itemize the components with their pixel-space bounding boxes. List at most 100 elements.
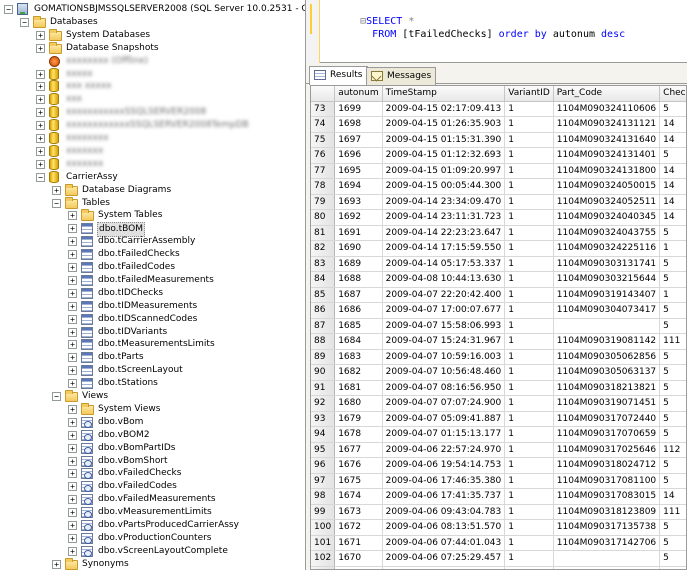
table-cell[interactable]: 1683: [334, 349, 383, 365]
table-cell[interactable]: 1: [504, 488, 554, 505]
expand-icon[interactable]: +: [68, 430, 77, 440]
view-node[interactable]: + dbo.vScreenLayoutComplete: [0, 545, 305, 558]
database-snapshots-folder[interactable]: + Database Snapshots: [0, 41, 305, 55]
table-cell[interactable]: 2009-04-06 09:43:04.783: [382, 504, 506, 520]
table-cell[interactable]: 2009-04-15 01:15:31.390: [382, 132, 506, 148]
expand-icon[interactable]: +: [68, 366, 77, 376]
table-cell[interactable]: 1: [504, 349, 554, 365]
expand-icon[interactable]: +: [68, 533, 77, 543]
table-cell[interactable]: 1: [504, 163, 554, 179]
table-cell[interactable]: 1104M090324052511: [553, 194, 661, 210]
database-node[interactable]: + xxxxxxx: [0, 157, 305, 171]
row-number[interactable]: 90: [311, 364, 336, 381]
table-cell[interactable]: 1: [504, 302, 554, 319]
table-cell[interactable]: 5: [659, 101, 686, 117]
table-cell[interactable]: 1687: [334, 287, 383, 303]
table-row[interactable]: 101 1671 2009-04-06 07:44:01.043 1 1104M0903…: [311, 535, 686, 551]
expand-icon[interactable]: +: [36, 43, 45, 53]
row-number[interactable]: 92: [311, 395, 336, 412]
table-cell[interactable]: 5: [659, 519, 686, 536]
table-cell[interactable]: 2009-04-14 05:17:53.337: [382, 256, 506, 272]
table-row[interactable]: 10316692009-04-03 15:44:34.64011104M0903…: [311, 566, 686, 569]
table-cell[interactable]: 1104M090319081142: [553, 333, 661, 350]
expand-icon[interactable]: +: [36, 69, 45, 79]
table-cell[interactable]: 111: [659, 333, 686, 350]
table-row[interactable]: 82 1690 2009-04-14 17:15:59.550 1 1104M09032…: [311, 240, 686, 257]
table-cell[interactable]: 2009-04-06 07:44:01.043: [382, 535, 506, 551]
table-cell[interactable]: 1104M090303215644: [553, 271, 661, 288]
table-cell[interactable]: 2009-04-06 19:54:14.753: [382, 457, 506, 474]
table-cell[interactable]: 1: [504, 256, 554, 272]
table-cell[interactable]: 1104M090324131800: [553, 163, 661, 179]
table-cell[interactable]: 1: [504, 473, 554, 489]
table-cell[interactable]: 1691: [334, 225, 383, 241]
table-cell[interactable]: 2009-04-15 01:26:35.903: [382, 116, 506, 133]
collapse-icon[interactable]: −: [4, 5, 13, 14]
table-cell[interactable]: 5: [659, 225, 686, 241]
table-node[interactable]: + dbo.tIDMeasurements: [0, 300, 305, 313]
table-node[interactable]: + dbo.tFailedMeasurements: [0, 274, 305, 287]
row-number[interactable]: 87: [311, 318, 336, 334]
expand-icon[interactable]: +: [36, 95, 45, 105]
expand-icon[interactable]: +: [68, 521, 77, 530]
table-cell[interactable]: 1688: [334, 271, 383, 288]
table-row[interactable]: 77 1695 2009-04-15 01:09:20.997 1 1104M09032…: [311, 163, 686, 179]
row-number[interactable]: 74: [311, 116, 336, 133]
expand-icon[interactable]: +: [68, 250, 77, 260]
table-cell[interactable]: 1696: [334, 147, 383, 164]
table-cell[interactable]: 14: [659, 116, 686, 133]
expand-icon[interactable]: +: [68, 469, 77, 479]
table-cell[interactable]: 1: [504, 132, 554, 148]
query-editor[interactable]: ⊟SELECT * FROM [tFailedChecks] order by …: [306, 0, 687, 63]
table-cell[interactable]: 5: [659, 364, 686, 381]
table-cell[interactable]: 1: [504, 380, 554, 396]
view-node[interactable]: + dbo.vPartsProducedCarrierAssy: [0, 519, 305, 532]
row-number[interactable]: 103: [311, 566, 336, 569]
database-node[interactable]: + xxx xxxxx: [0, 80, 305, 93]
row-number[interactable]: 80: [311, 209, 336, 226]
results-grid[interactable]: autonum TimeStamp VariantID Part_Code Ch…: [310, 85, 687, 570]
table-cell[interactable]: 1: [504, 147, 554, 164]
table-cell[interactable]: 1: [504, 318, 554, 334]
table-cell[interactable]: 2009-04-06 08:13:51.570: [382, 519, 506, 536]
expand-icon[interactable]: +: [68, 288, 77, 298]
table-cell[interactable]: 1697: [334, 132, 383, 148]
tab-results[interactable]: Results: [309, 66, 368, 85]
table-cell[interactable]: 1679: [334, 411, 383, 427]
row-number[interactable]: 99: [311, 504, 336, 520]
table-cell[interactable]: 2009-04-14 22:23:23.647: [382, 225, 506, 241]
database-diagrams-folder[interactable]: + Database Diagrams: [0, 183, 305, 197]
table-cell[interactable]: 1669: [334, 566, 383, 569]
table-row[interactable]: 85 1687 2009-04-07 22:20:42.400 1 1104M09031…: [311, 287, 686, 303]
row-number[interactable]: 77: [311, 163, 336, 179]
view-node[interactable]: + dbo.vFailedMeasurements: [0, 493, 305, 506]
row-number[interactable]: 81: [311, 225, 336, 241]
table-row[interactable]: 74 1698 2009-04-15 01:26:35.903 1 1104M09032…: [311, 116, 686, 133]
table-cell[interactable]: 14: [659, 163, 686, 179]
table-cell[interactable]: 1: [504, 442, 554, 458]
table-row[interactable]: 79 1693 2009-04-14 23:34:09.470 1 1104M09032…: [311, 194, 686, 210]
row-number[interactable]: 73: [311, 101, 336, 117]
row-number[interactable]: 100: [311, 519, 336, 536]
database-node[interactable]: + xxxxxxxxxxxxSSQLSERVER2008TempDB: [0, 119, 305, 132]
databases-folder[interactable]: − Databases: [0, 15, 305, 29]
table-cell[interactable]: 5: [659, 457, 686, 474]
table-cell[interactable]: 1: [504, 178, 554, 195]
table-cell[interactable]: 1104M090317025646: [553, 442, 661, 458]
row-number[interactable]: 93: [311, 411, 336, 427]
view-node[interactable]: + dbo.vMeasurementLimits: [0, 506, 305, 519]
table-cell[interactable]: 1: [504, 364, 554, 381]
table-cell[interactable]: 1670: [334, 550, 383, 567]
expand-icon[interactable]: +: [68, 379, 77, 389]
database-node[interactable]: + xxxxx: [0, 67, 305, 81]
table-cell[interactable]: 1104M090318123809: [553, 504, 661, 520]
table-row[interactable]: 89 1683 2009-04-07 10:59:16.003 1 1104M09030…: [311, 349, 686, 365]
expand-icon[interactable]: +: [52, 185, 61, 195]
table-cell[interactable]: 1104M090317081100: [553, 473, 661, 489]
table-row[interactable]: 88 1684 2009-04-07 15:24:31.967 1 1104M09031…: [311, 333, 686, 350]
row-number[interactable]: 79: [311, 194, 336, 210]
table-cell[interactable]: 1676: [334, 457, 383, 474]
table-cell[interactable]: 5: [659, 535, 686, 551]
expand-icon[interactable]: +: [68, 443, 77, 453]
row-number[interactable]: 98: [311, 488, 336, 505]
